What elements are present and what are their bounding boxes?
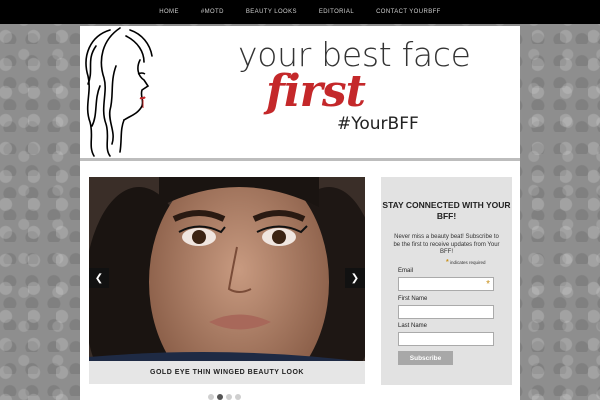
slider-dot[interactable]	[235, 394, 241, 400]
slider-next-button[interactable]: ❯	[345, 268, 365, 288]
site-hashtag: #YourBFF	[337, 114, 419, 134]
nav-item-beauty-looks[interactable]: BEAUTY LOOKS	[235, 9, 308, 15]
slider-dot[interactable]	[208, 394, 214, 400]
subscribe-button[interactable]: Subscribe	[398, 351, 453, 365]
required-note-text: indicates required	[450, 260, 486, 265]
last-name-field[interactable]	[398, 332, 494, 346]
nav-item-contact[interactable]: CONTACT YOURBFF	[365, 9, 452, 15]
nav-item-editorial[interactable]: EDITORIAL	[308, 9, 365, 15]
required-star-icon: *	[486, 279, 490, 290]
top-navigation: HOME #MOTD BEAUTY LOOKS EDITORIAL CONTAC…	[0, 0, 600, 24]
slider-prev-button[interactable]: ❮	[89, 268, 109, 288]
required-note: * indicates required	[446, 259, 486, 266]
chevron-right-icon: ❯	[350, 272, 360, 284]
newsletter-description: Never miss a beauty beat! Subscribe to b…	[393, 234, 500, 255]
nav-item-home[interactable]: HOME	[148, 9, 190, 15]
nav-item-motd[interactable]: #MOTD	[190, 9, 235, 15]
chevron-left-icon: ❮	[94, 272, 104, 284]
last-name-label: Last Name	[398, 323, 428, 329]
site-title-line2: first	[266, 66, 366, 117]
required-star-icon: *	[446, 259, 449, 266]
slider-dot[interactable]	[226, 394, 232, 400]
newsletter-title: STAY CONNECTED WITH YOUR BFF!	[382, 200, 511, 221]
email-field[interactable]: *	[398, 277, 494, 291]
first-name-field[interactable]	[398, 305, 494, 319]
slider-dot-active[interactable]	[217, 394, 223, 400]
email-label: Email	[398, 268, 414, 274]
woman-face-sketch-icon[interactable]	[80, 26, 170, 158]
first-name-label: First Name	[398, 296, 428, 302]
slider-pagination	[208, 394, 241, 400]
featured-slider-image[interactable]	[89, 177, 365, 384]
slide-caption[interactable]: GOLD EYE THIN WINGED BEAUTY LOOK	[89, 361, 365, 384]
